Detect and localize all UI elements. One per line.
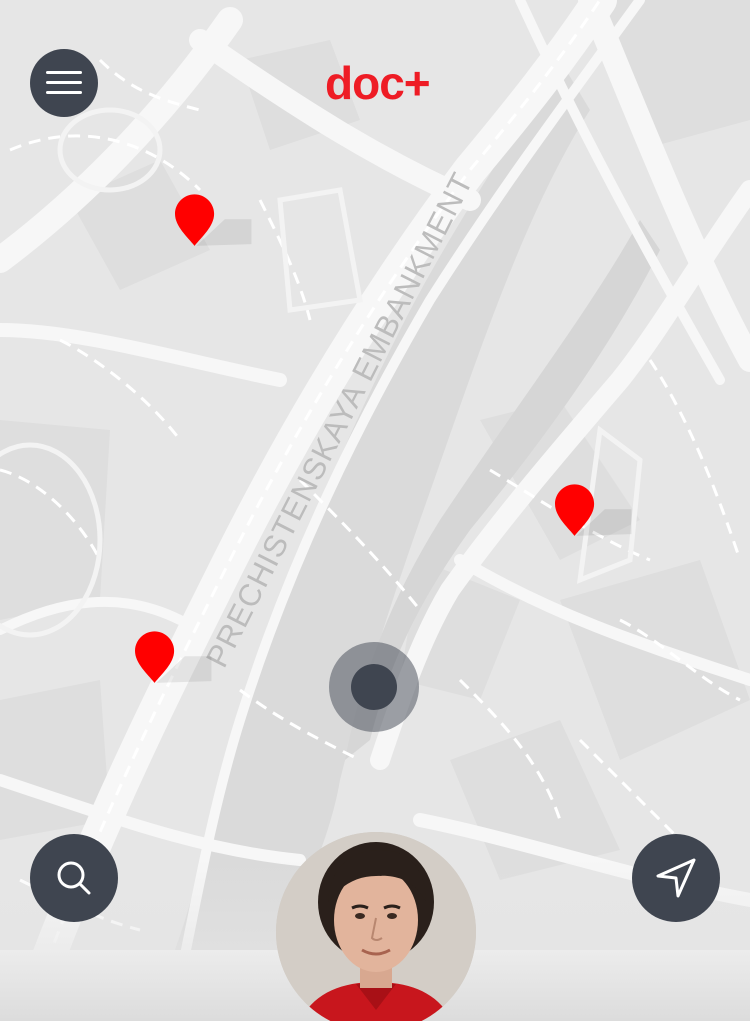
search-button[interactable]	[30, 834, 118, 922]
menu-button[interactable]	[30, 49, 98, 117]
hamburger-icon	[46, 71, 82, 95]
map-screen: PRECHISTENSKAYA EMBANKMENT doc+	[0, 0, 750, 1021]
navigation-arrow-icon	[656, 858, 696, 898]
current-location-dot	[351, 664, 397, 710]
locate-me-button[interactable]	[632, 834, 720, 922]
search-icon	[57, 861, 91, 895]
map-pin[interactable]	[135, 628, 215, 688]
map-pin[interactable]	[555, 481, 635, 541]
app-logo: doc+	[325, 57, 431, 109]
doctor-photo	[276, 832, 476, 1021]
map-pin[interactable]	[175, 191, 255, 251]
doctor-avatar[interactable]	[276, 832, 476, 1021]
current-location-marker	[329, 642, 419, 732]
